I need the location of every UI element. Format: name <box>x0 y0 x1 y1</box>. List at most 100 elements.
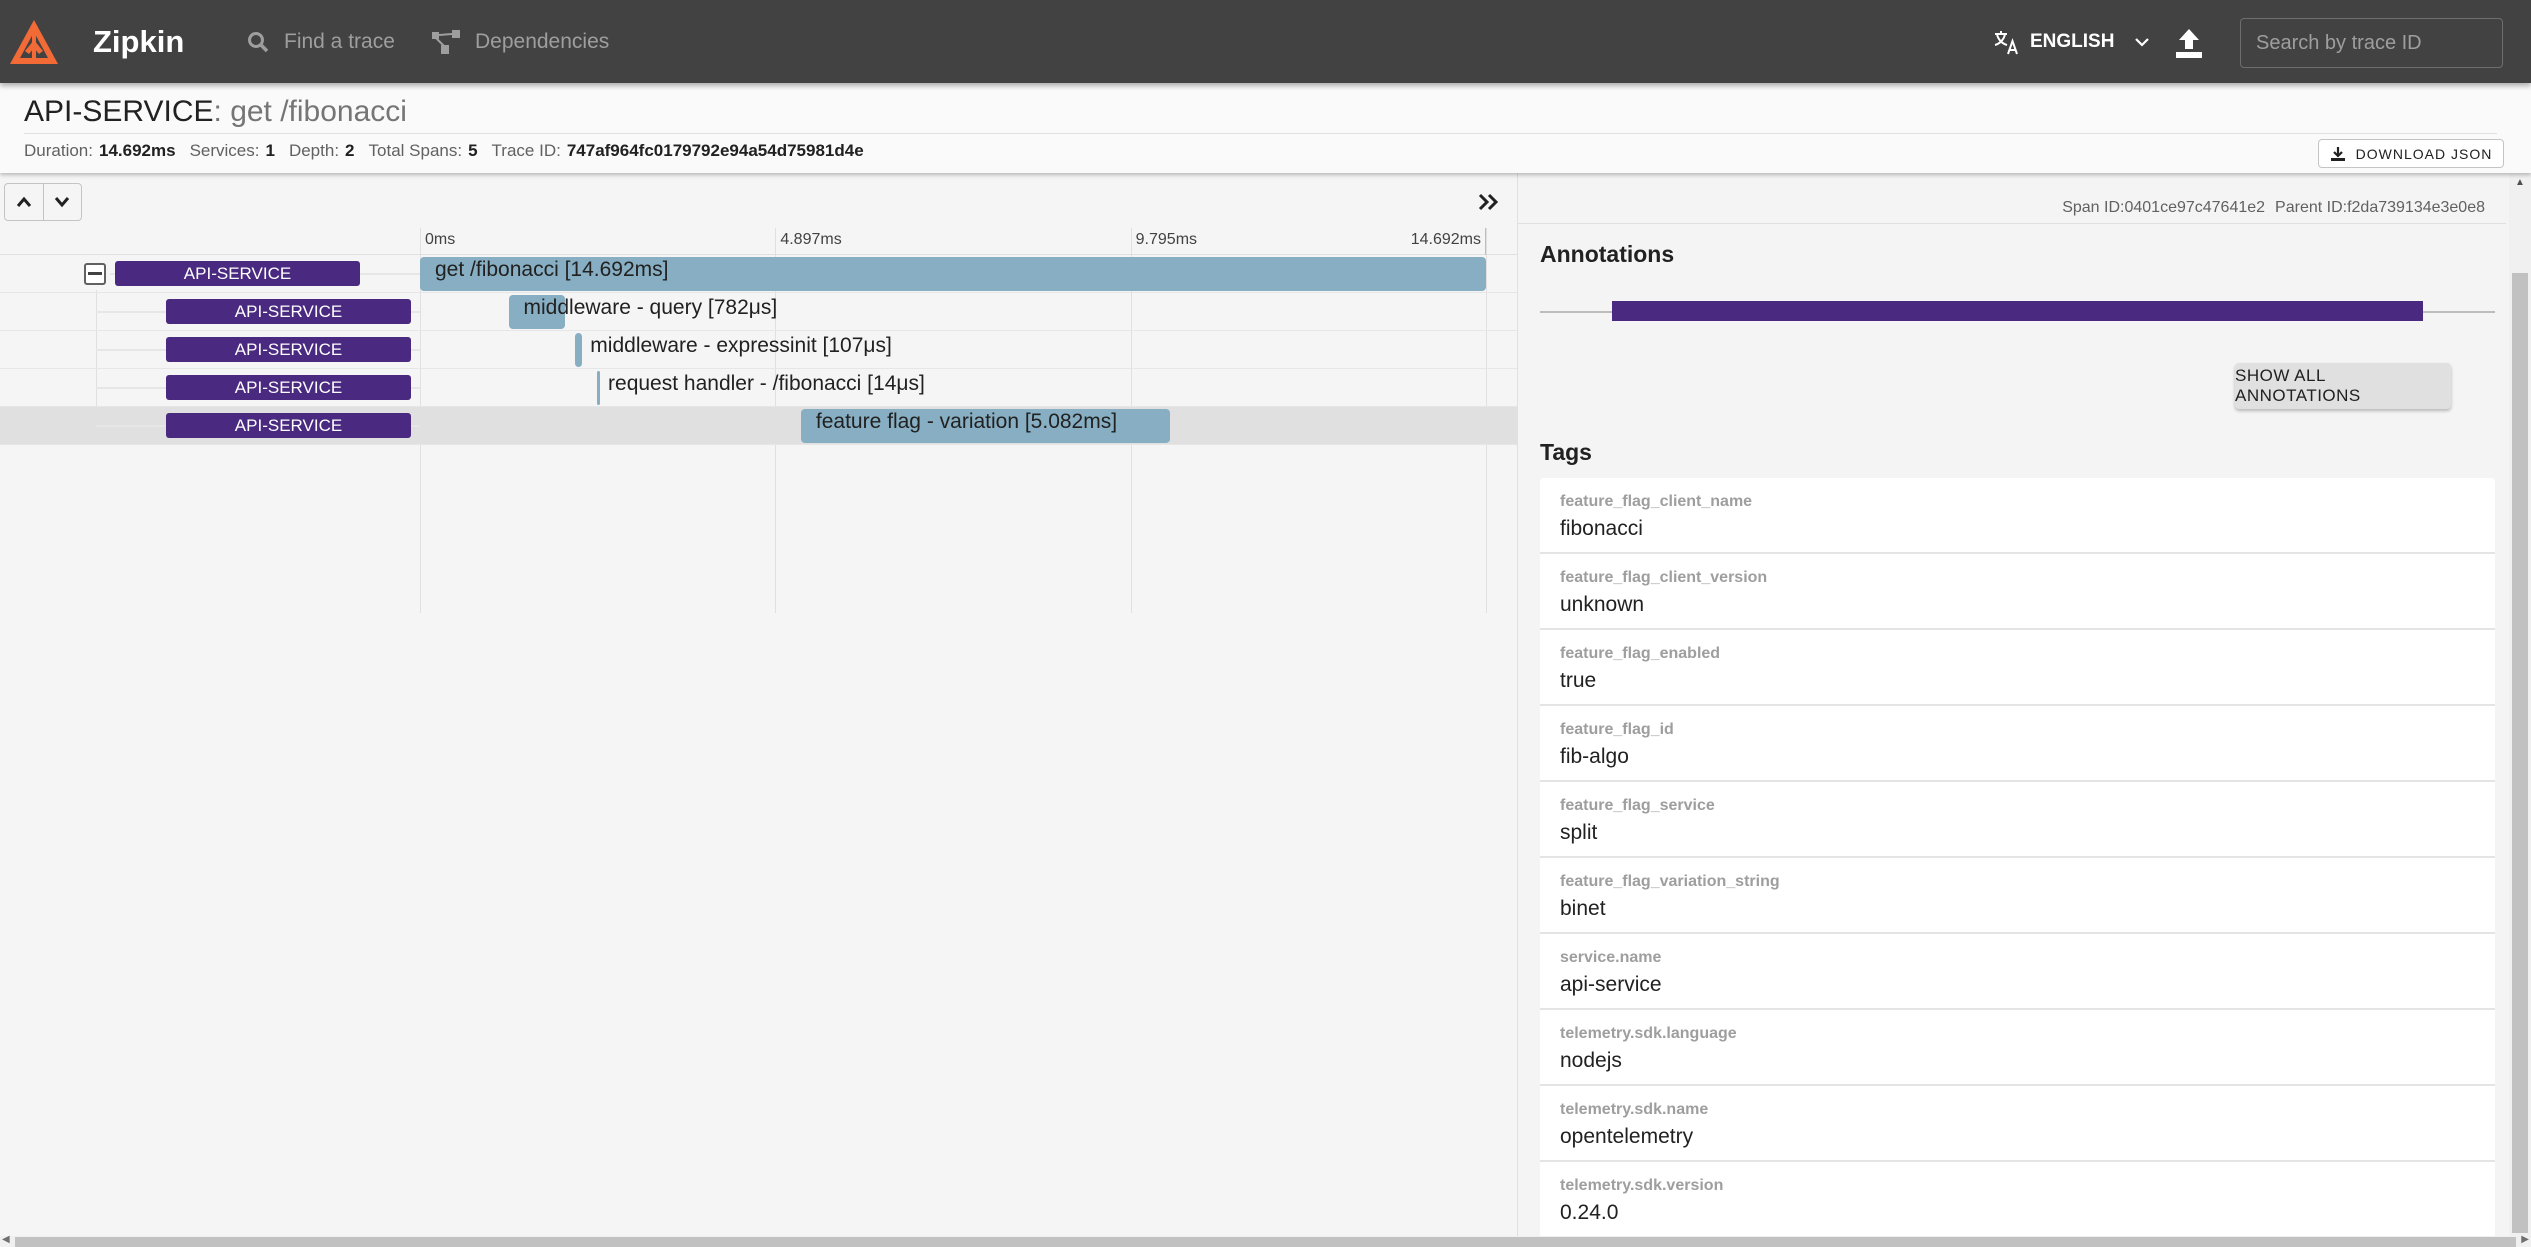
nav-find-trace[interactable]: Find a trace <box>246 26 395 58</box>
summary-duration: Duration: 14.692ms <box>24 141 176 161</box>
nav-dependencies-label: Dependencies <box>475 30 610 53</box>
span-row[interactable]: API-SERVICE request handler - /fibonacci … <box>0 369 1517 407</box>
scroll-left-arrow-icon[interactable]: ◀ <box>2 1234 10 1245</box>
span-id: Span ID:0401ce97c47641e2 <box>2062 199 2265 217</box>
page-title: API-SERVICE: get /fibonacci <box>24 95 407 129</box>
translate-icon <box>1994 31 2018 55</box>
tag-key: feature_flag_client_version <box>1560 569 1768 586</box>
tags-title: Tags <box>1540 439 1592 465</box>
summary-value: 1 <box>265 141 275 160</box>
parent-id: Parent ID:f2da739134e3e0e8 <box>2275 199 2485 217</box>
scroll-right-arrow-icon[interactable]: ▶ <box>2521 1234 2529 1245</box>
timeline-axis: 0ms 4.897ms 9.795ms 14.692ms <box>0 228 1517 255</box>
span-bar[interactable] <box>508 295 566 329</box>
trace-timeline-panel: 0ms 4.897ms 9.795ms 14.692ms API-SERVICE get… <box>0 173 1517 1236</box>
summary-value: 5 <box>468 141 478 160</box>
detail-vertical-scrollbar[interactable]: ▲ <box>2509 173 2531 1236</box>
scrollbar-thumb[interactable] <box>15 1237 2516 1247</box>
span-ids: Span ID:0401ce97c47641e2 Parent ID:f2da7… <box>2062 199 2485 217</box>
span-id-label: Span ID: <box>2062 199 2125 216</box>
service-badge[interactable]: API-SERVICE <box>166 299 411 324</box>
zipkin-logo-icon[interactable] <box>8 18 60 68</box>
tag-item: service.name api-service <box>1540 934 2495 1010</box>
span-label: request handler - /fibonacci [14μs] <box>608 372 925 395</box>
summary-trace-id: Trace ID: 747af964fc0179792e94a54d75981d4… <box>492 141 864 161</box>
tag-value: nodejs <box>1560 1049 1622 1072</box>
summary-label: Depth: <box>288 141 340 160</box>
span-bar[interactable] <box>574 333 583 367</box>
tag-value: 0.24.0 <box>1560 1201 1619 1224</box>
previous-span-button[interactable] <box>5 184 44 220</box>
span-detail-panel: Span ID:0401ce97c47641e2 Parent ID:f2da7… <box>1517 173 2531 1236</box>
summary-label: Trace ID: <box>491 141 561 160</box>
timeline-tick-label: 14.692ms <box>1407 228 1486 255</box>
service-badge[interactable]: API-SERVICE <box>166 375 411 400</box>
span-bar[interactable] <box>800 409 1170 443</box>
next-span-button[interactable] <box>44 184 82 220</box>
tags-list: feature_flag_client_name fibonacci feature… <box>1540 478 2495 1236</box>
span-bar[interactable] <box>597 371 601 405</box>
summary-depth: Depth: 2 <box>289 141 355 161</box>
divider <box>1518 223 2506 224</box>
annotation-bar[interactable] <box>1611 301 2424 321</box>
brand-name[interactable]: Zipkin <box>93 24 184 60</box>
span-row[interactable]: API-SERVICE middleware - query [782μs] <box>0 293 1517 331</box>
summary-total-spans: Total Spans: 5 <box>369 141 478 161</box>
span-row[interactable]: API-SERVICE feature flag - variation [5.0… <box>0 407 1517 445</box>
chevron-down-icon <box>2135 38 2150 47</box>
tag-key: feature_flag_enabled <box>1560 645 1721 662</box>
summary-label: Duration: <box>24 141 93 160</box>
chevron-down-icon <box>55 197 70 208</box>
timeline-tick-label: 0ms <box>420 228 459 255</box>
nav-find-trace-label: Find a trace <box>284 30 395 53</box>
search-icon <box>248 32 269 53</box>
summary-value: 747af964fc0179792e94a54d75981d4e <box>566 141 864 160</box>
trace-summary-header: API-SERVICE: get /fibonacci Duration: 14.… <box>0 83 2531 173</box>
tag-item: feature_flag_enabledtrue <box>1540 630 2495 706</box>
service-badge[interactable]: API-SERVICE <box>166 337 411 362</box>
tag-value: binet <box>1560 897 1606 920</box>
span-row[interactable]: API-SERVICE get /fibonacci [14.692ms] <box>0 255 1517 293</box>
service-badge[interactable]: API-SERVICE <box>166 413 411 438</box>
title-separator: : <box>213 95 231 128</box>
scrollbar-thumb[interactable] <box>2512 273 2528 1233</box>
upload-icon[interactable] <box>2172 26 2206 60</box>
span-label: middleware - expressinit [107μs] <box>590 334 892 357</box>
span-id-value: 0401ce97c47641e2 <box>2124 199 2266 216</box>
chevron-up-icon <box>16 196 31 207</box>
tag-value: fib-algo <box>1560 745 1629 768</box>
timeline-tick-label: 4.897ms <box>775 228 845 255</box>
show-all-annotations-button[interactable]: SHOW ALL ANNOTATIONS <box>2235 363 2451 409</box>
span-row[interactable]: API-SERVICE middleware - expressinit [107… <box>0 331 1517 369</box>
summary-value: 2 <box>345 141 355 160</box>
tag-value: fibonacci <box>1560 517 1643 540</box>
language-selector[interactable]: ENGLISH <box>1992 26 2150 58</box>
service-badge[interactable]: API-SERVICE <box>115 261 360 286</box>
download-icon <box>2330 146 2345 161</box>
tag-key: telemetry.sdk.version <box>1560 1177 1724 1194</box>
double-chevron-right-icon <box>1478 193 1499 211</box>
tag-key: telemetry.sdk.language <box>1560 1025 1737 1042</box>
tag-value: api-service <box>1560 973 1662 996</box>
download-json-button[interactable]: DOWNLOAD JSON <box>2318 139 2504 168</box>
tag-key: feature_flag_id <box>1560 721 1674 738</box>
scroll-up-arrow-icon[interactable]: ▲ <box>2515 177 2525 188</box>
title-operation: get /fibonacci <box>230 95 407 128</box>
dependencies-icon <box>432 30 460 54</box>
horizontal-scrollbar[interactable]: ◀ ▶ <box>0 1234 2531 1247</box>
tag-value: true <box>1560 669 1597 692</box>
tag-item: feature_flag_service split <box>1540 782 2495 858</box>
parent-id-label: Parent ID: <box>2275 199 2348 216</box>
toggle-detail-panel-button[interactable] <box>1474 187 1504 217</box>
trace-id-search-input[interactable] <box>2240 18 2503 68</box>
trace-summary: Duration: 14.692ms Services: 1 Depth: 2 Tot… <box>24 141 864 161</box>
tag-key: feature_flag_variation_string <box>1560 873 1780 890</box>
tag-item: feature_flag_client_name fibonacci <box>1540 478 2495 554</box>
collapse-toggle-icon[interactable] <box>84 263 106 285</box>
span-navigation <box>4 183 82 221</box>
nav-dependencies[interactable]: Dependencies <box>431 26 609 58</box>
span-bar[interactable] <box>420 257 1486 291</box>
tag-key: feature_flag_client_name <box>1560 493 1753 510</box>
summary-label: Services: <box>189 141 260 160</box>
tag-key: service.name <box>1560 949 1662 966</box>
